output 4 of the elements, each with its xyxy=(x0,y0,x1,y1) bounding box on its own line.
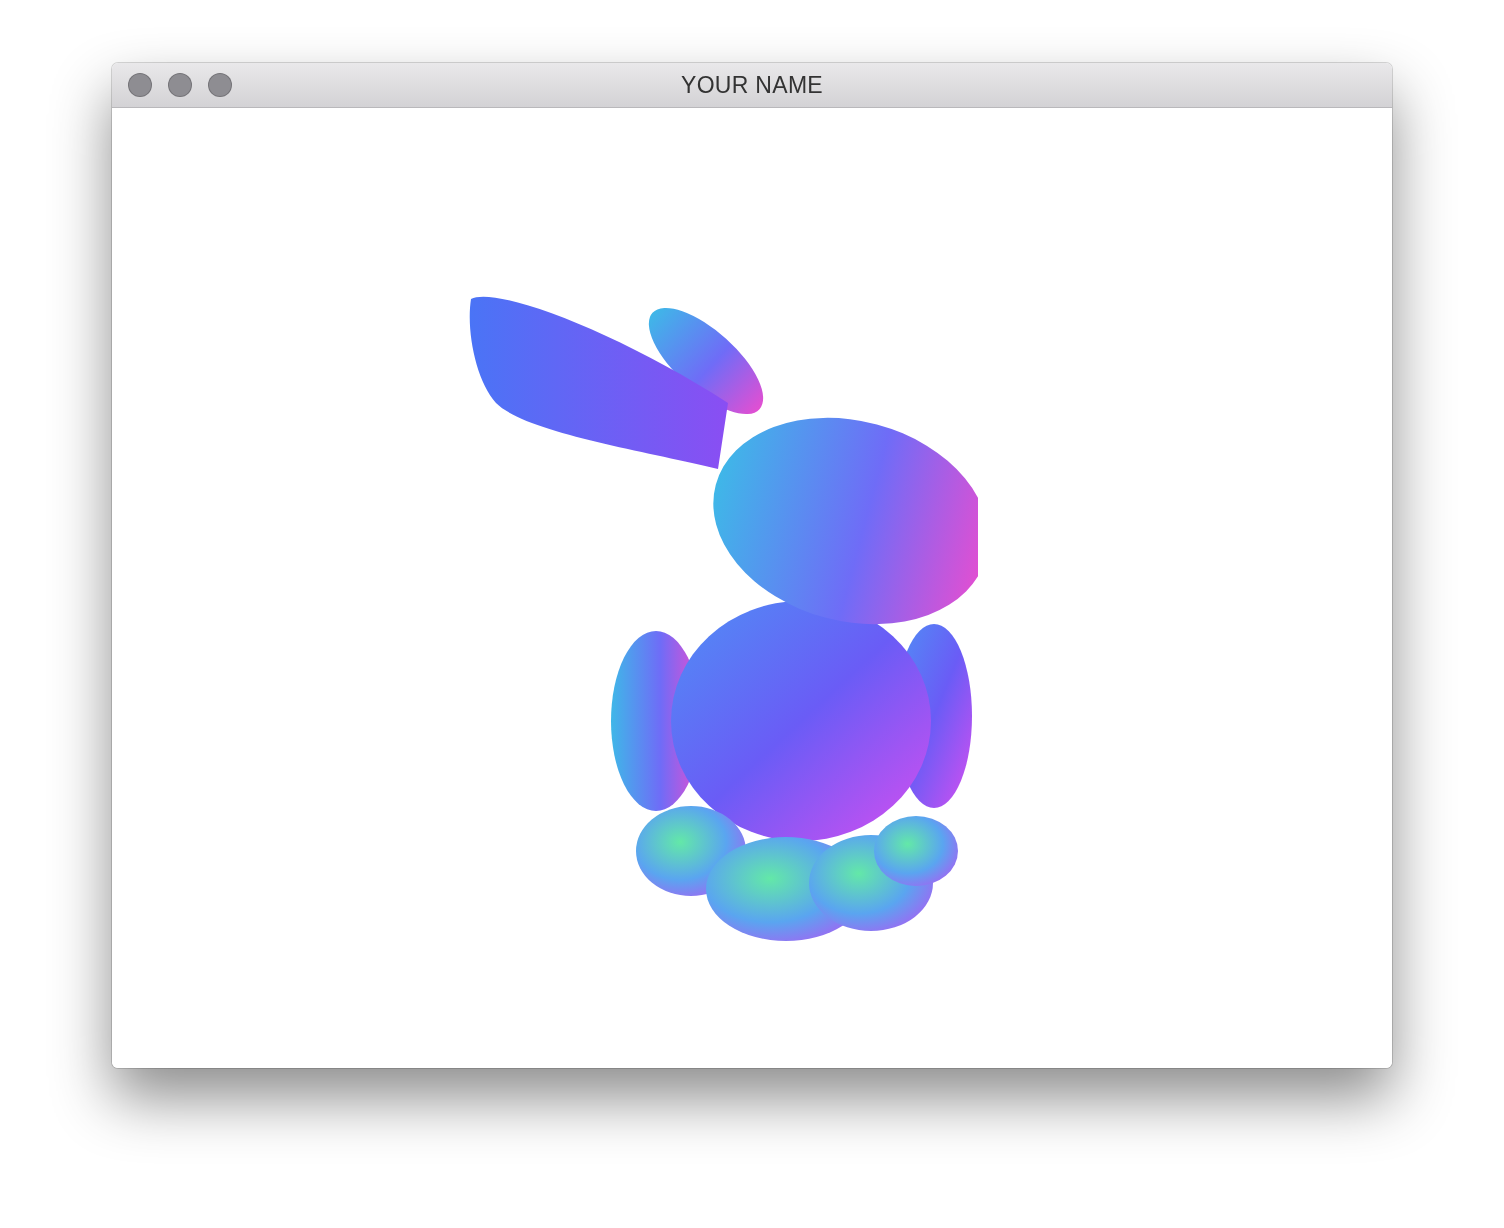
close-button[interactable] xyxy=(128,73,152,97)
window-title: YOUR NAME xyxy=(681,71,823,99)
zoom-button[interactable] xyxy=(208,73,232,97)
minimize-button[interactable] xyxy=(168,73,192,97)
